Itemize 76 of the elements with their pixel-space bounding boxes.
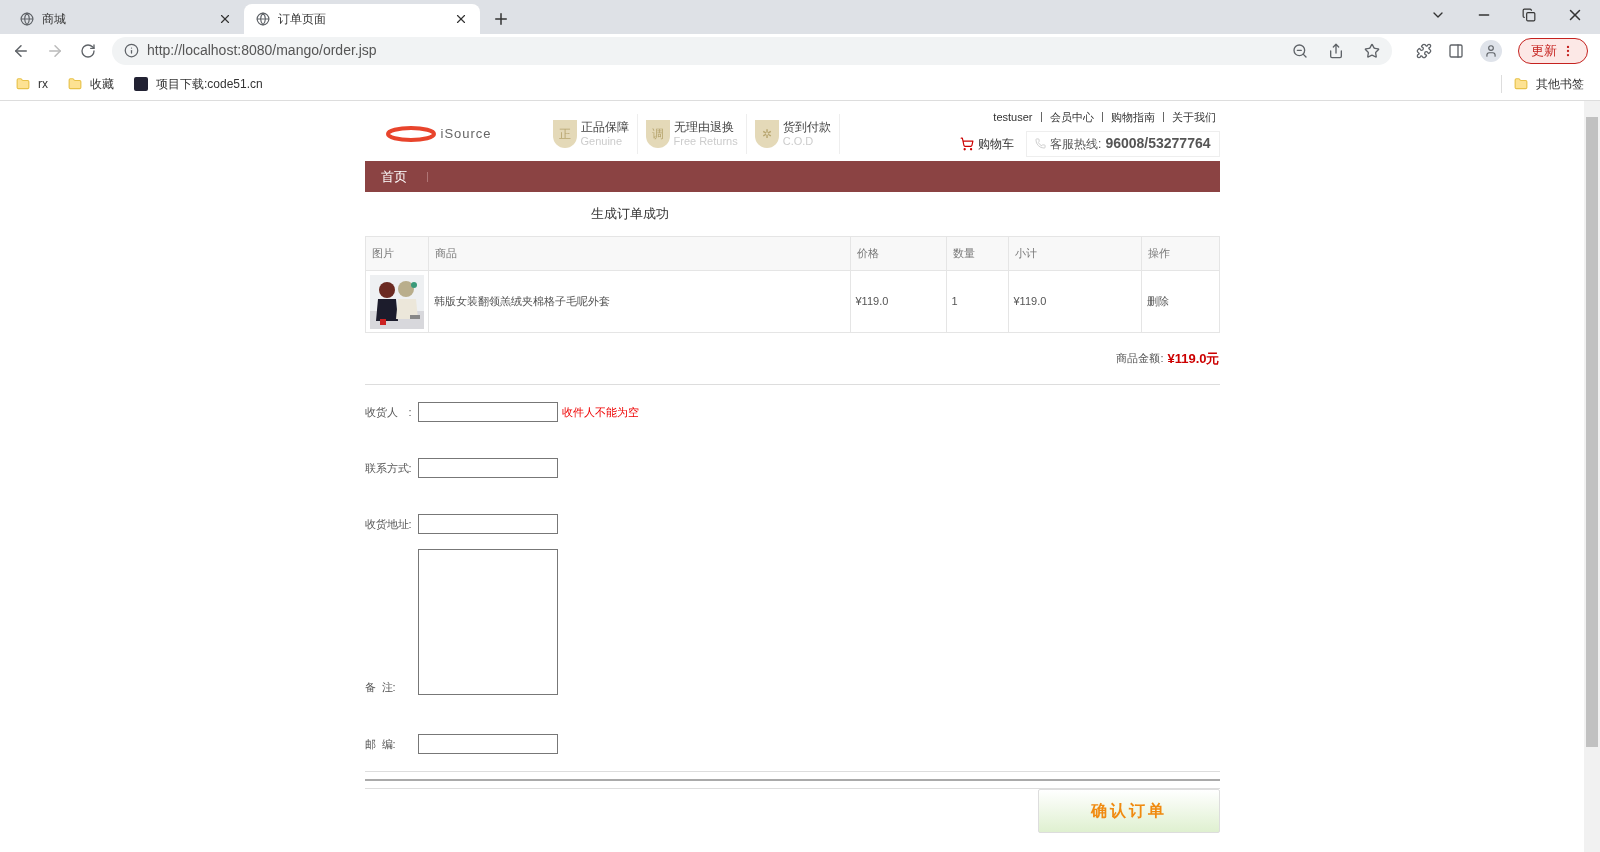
hotline-label: 客服热线:: [1050, 135, 1102, 153]
top-link[interactable]: 会员中心: [1049, 109, 1094, 126]
error-message: 收件人不能为空: [561, 404, 639, 420]
input-field[interactable]: [417, 734, 558, 754]
zoom-out-icon[interactable]: [1292, 42, 1308, 59]
globe-icon: [256, 12, 270, 26]
hotline-number: 96008/53277764: [1105, 134, 1211, 153]
field-label: 收货地址:: [364, 516, 413, 532]
url-text: http://localhost:8080/mango/order.jsp: [147, 41, 378, 60]
table-cell: ¥119.0: [850, 270, 946, 333]
cart-link[interactable]: 购物车: [960, 134, 1015, 153]
browser-tab[interactable]: 订单页面: [244, 4, 480, 34]
folder-icon: [68, 76, 82, 91]
cart-icon: [960, 136, 975, 151]
field-label: 邮 编:: [364, 736, 397, 752]
close-icon[interactable]: [218, 12, 232, 26]
badge-title: 无理由退换: [673, 120, 735, 134]
input-field[interactable]: [417, 514, 558, 534]
logo-ring-icon: [384, 126, 437, 142]
top-link[interactable]: testuser: [993, 109, 1033, 126]
new-tab-icon[interactable]: [492, 10, 510, 28]
site-icon: [134, 76, 148, 91]
column-header: 图片: [365, 236, 428, 271]
column-header: 数量: [946, 236, 1008, 271]
separator: [1101, 112, 1103, 123]
reload-icon[interactable]: [80, 42, 96, 59]
field-label: 备 注:: [364, 679, 397, 695]
bookmark[interactable]: 其他书签: [1501, 74, 1584, 93]
folder-icon: [1514, 76, 1528, 91]
scrollbar-thumb[interactable]: [1586, 117, 1598, 747]
bookmark[interactable]: rx: [16, 74, 48, 93]
folder-icon: [16, 76, 30, 91]
shield-icon: 调: [645, 120, 670, 148]
shield-icon: ✲: [754, 120, 779, 148]
input-field[interactable]: [417, 458, 558, 478]
side-panel-icon[interactable]: [1448, 42, 1464, 59]
column-header: 操作: [1141, 236, 1219, 271]
restore-icon[interactable]: [1522, 8, 1536, 22]
table-cell: ¥119.0: [1008, 270, 1141, 333]
close-icon[interactable]: [454, 12, 468, 26]
input-field[interactable]: [417, 402, 558, 422]
address-bar[interactable]: http://localhost:8080/mango/order.jsp: [112, 36, 1392, 65]
nav-link[interactable]: 首页: [380, 166, 407, 187]
share-icon[interactable]: [1328, 42, 1344, 59]
globe-icon: [20, 12, 34, 26]
star-icon[interactable]: [1364, 42, 1380, 59]
update-button[interactable]: 更新: [1518, 37, 1588, 64]
bookmark[interactable]: 项目下载:code51.cn: [134, 74, 263, 93]
total-value: ¥119.0元: [1167, 349, 1220, 368]
field-label: 收货人 :: [364, 404, 413, 420]
info-icon: [124, 43, 139, 58]
shield-icon: 正: [552, 120, 577, 148]
column-header: 商品: [428, 236, 850, 271]
badge-title: 正品保障: [580, 120, 629, 134]
note-field[interactable]: [417, 549, 558, 695]
table-cell: 韩版女装翻领羔绒夹棉格子毛呢外套: [428, 270, 850, 333]
separator: [1162, 112, 1164, 123]
status-message: 生成订单成功: [590, 205, 669, 224]
delete-link[interactable]: 删除: [1146, 295, 1169, 308]
badge-title: 货到付款: [782, 120, 831, 134]
bookmark[interactable]: 收藏: [68, 74, 114, 93]
profile-icon[interactable]: [1480, 39, 1502, 62]
field-label: 联系方式:: [364, 460, 413, 476]
separator: [1040, 112, 1042, 123]
top-link[interactable]: 关于我们: [1171, 109, 1216, 126]
extensions-icon[interactable]: [1416, 42, 1432, 59]
tab-title: 商城: [42, 11, 67, 28]
tab-title: 订单页面: [278, 11, 327, 28]
table-cell: 1: [946, 270, 1008, 333]
separator: [426, 171, 428, 182]
column-header: 价格: [850, 236, 946, 271]
total-label: 商品金额:: [1116, 351, 1164, 367]
top-link[interactable]: 购物指南: [1110, 109, 1155, 126]
logo-text: iSource: [440, 125, 492, 144]
phone-icon: [1035, 138, 1047, 149]
column-header: 小计: [1008, 236, 1141, 271]
